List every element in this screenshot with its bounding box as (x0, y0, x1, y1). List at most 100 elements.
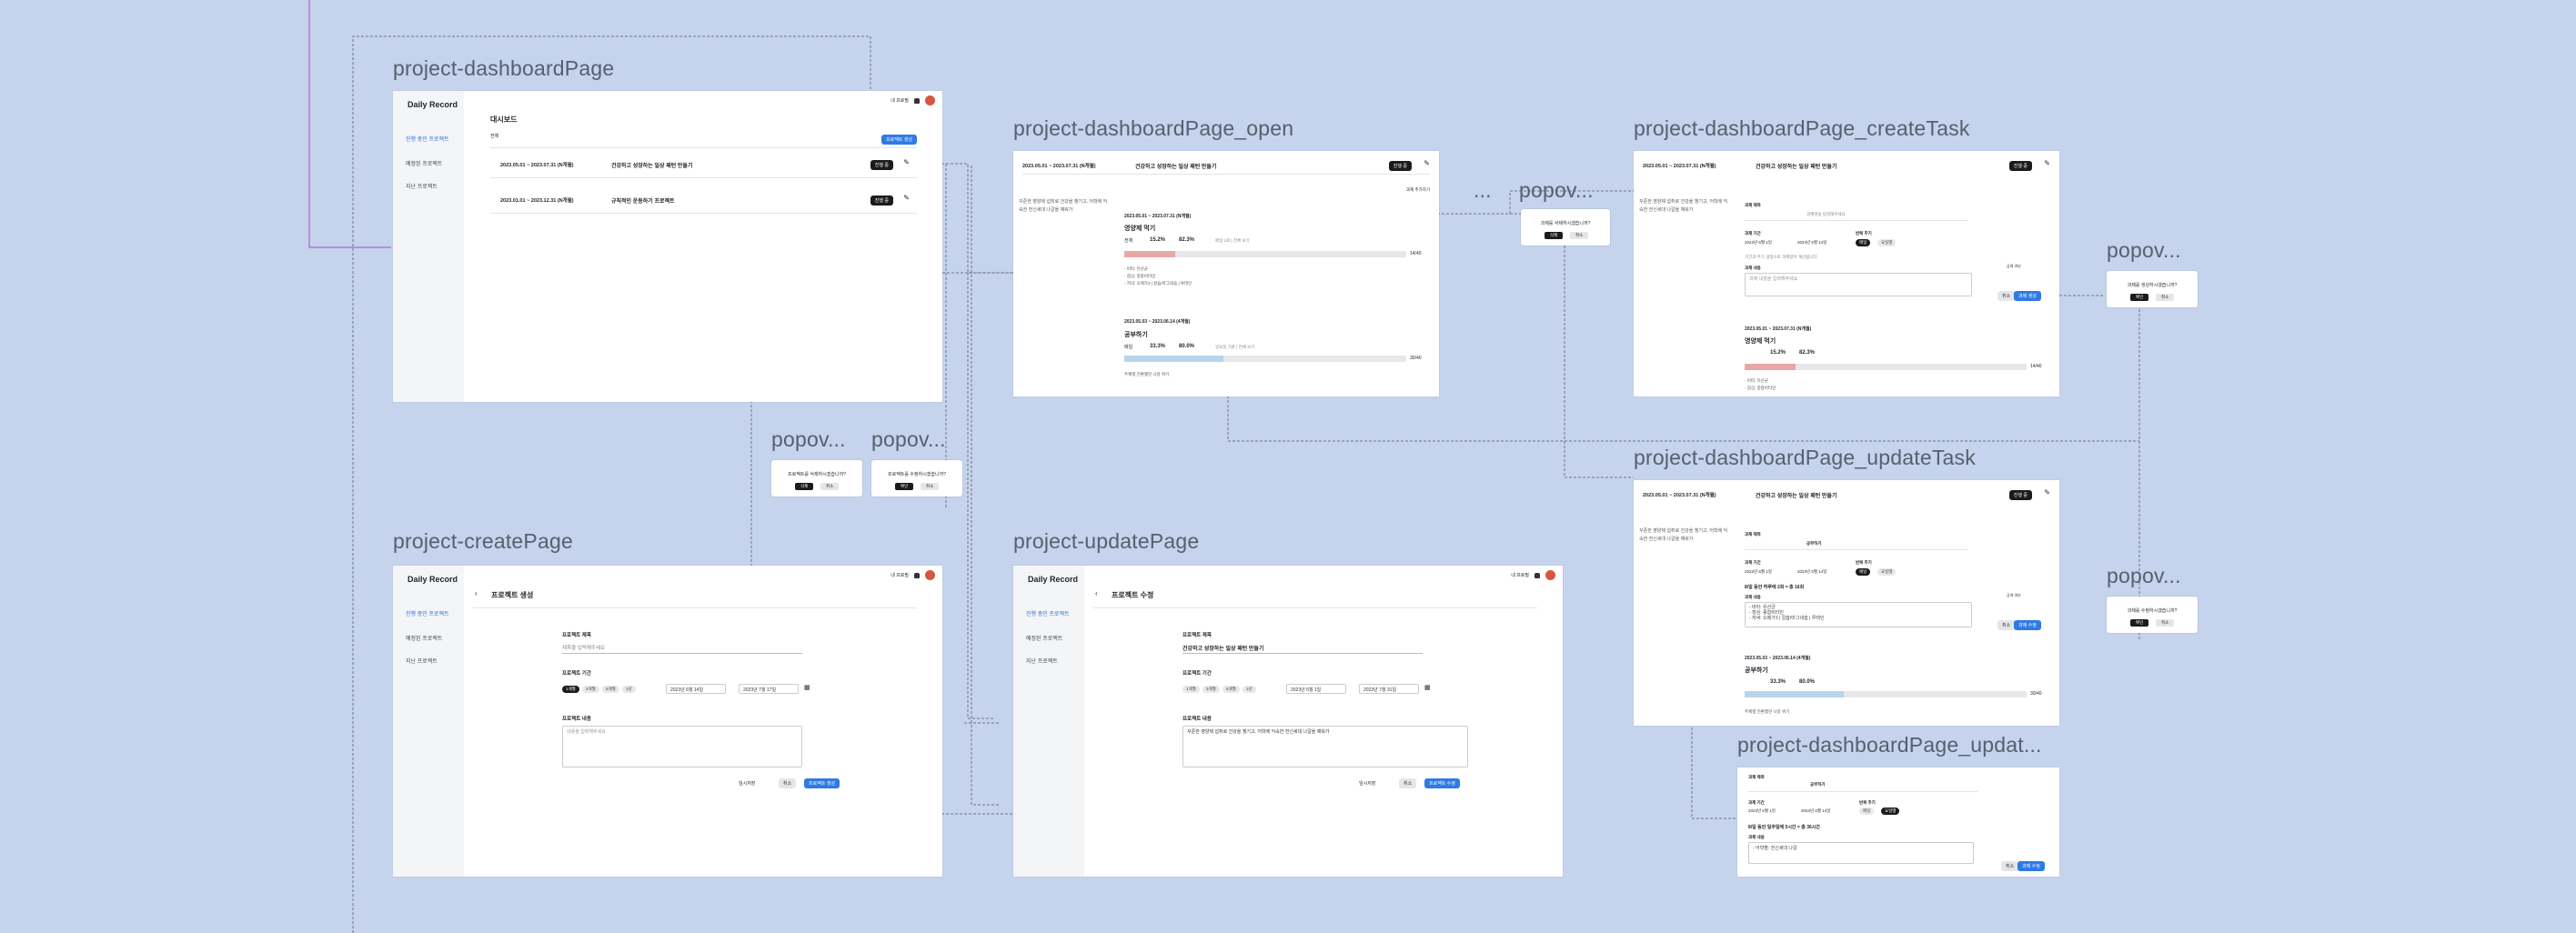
repeat-daily[interactable]: 매일 (1859, 808, 1875, 815)
project-name[interactable]: 건강하고 성장하는 일상 패턴 만들기 (611, 161, 692, 169)
cancel-button[interactable]: 취소 (2001, 861, 2019, 871)
avatar[interactable] (1545, 570, 1555, 580)
content-input[interactable]: 내용을 입력해주세요 (562, 726, 802, 767)
start-date[interactable]: 2023년 6월 1일 (1748, 808, 1776, 814)
progress-fill (1124, 356, 1223, 362)
update-project-button[interactable]: 프로젝트 수정 (1424, 778, 1460, 788)
back-icon[interactable]: ‹ (1095, 589, 1098, 597)
task-content-input[interactable]: 과제 내용을 입력해주세요 (1745, 273, 1972, 296)
confirm-button[interactable]: 확인 (895, 483, 914, 490)
task-stat: 전체 (1124, 238, 1133, 244)
task-title-input[interactable]: 공부하기 (1810, 782, 1826, 788)
status-badge: 진행 중 (2008, 490, 2032, 500)
repeat-weekly[interactable]: 요일별 (1881, 808, 1900, 815)
cancel-button[interactable]: 취소 (1997, 620, 2016, 630)
period-pill[interactable]: 1개월 (1182, 686, 1200, 693)
start-date[interactable]: 2023년 6월 1일 (1745, 240, 1772, 246)
cancel-button[interactable]: 취소 (1997, 291, 2016, 301)
nav-past[interactable]: 지난 프로젝트 (1026, 657, 1058, 665)
create-project-button[interactable]: 프로젝트 생성 (804, 778, 840, 788)
start-date[interactable]: 2023년 6월 1일 (1745, 569, 1772, 575)
cancel-button[interactable]: 취소 (820, 483, 840, 490)
task-summary: 8/일 동안 하루에 2회 = 총 16회 (1745, 585, 1805, 590)
repeat-daily[interactable]: 매일 (1856, 568, 1871, 576)
cancel-button[interactable]: 취소 (1570, 232, 1589, 239)
period-pill[interactable]: 1개월 (562, 686, 579, 693)
calendar-icon[interactable]: ▦ (804, 684, 810, 691)
end-date[interactable]: 2023년 6월 14일 (1801, 808, 1830, 814)
nav-past[interactable]: 지난 프로젝트 (406, 182, 438, 190)
profile-link[interactable]: 내 프로필 (891, 572, 909, 578)
public-toggle[interactable]: 공개 여부 (2007, 593, 2021, 598)
cancel-button[interactable]: 취소 (921, 483, 940, 490)
repeat-weekly[interactable]: 요일별 (1877, 239, 1897, 246)
task-title-input[interactable]: 과제명을 입력해주세요 (1806, 212, 1846, 217)
confirm-button[interactable]: 확인 (2130, 619, 2149, 627)
nav-upcoming[interactable]: 예정된 프로젝트 (406, 634, 442, 642)
nav-upcoming[interactable]: 예정된 프로젝트 (1026, 634, 1062, 642)
content-input[interactable]: 꾸준한 영양제 섭취로 건강을 챙기고, 어학에 익숙한 전신세대 나갈을 채워… (1182, 726, 1468, 767)
temp-save[interactable]: 임시저장 (739, 780, 755, 787)
cancel-button[interactable]: 취소 (2156, 619, 2175, 627)
bell-icon[interactable] (914, 97, 920, 104)
period-pill[interactable]: 3개월 (582, 686, 599, 693)
period-pill[interactable]: 3개월 (1202, 686, 1220, 693)
confirm-button[interactable]: 확인 (2130, 294, 2149, 301)
project-description: 꾸준한 영양제 섭취로 건강을 챙기고, 어학에 익숙한 전신세대 나갈을 채워… (1639, 199, 1728, 213)
task-content-input[interactable]: - 비타: 유산균 - 점심: 종합비타민 - 저녁: 오메가3 | 칼슘/마그… (1745, 602, 1972, 627)
title-input[interactable]: 건강하고 성장하는 일상 패턴 만들기 (1182, 644, 1263, 652)
back-icon[interactable]: ‹ (475, 589, 478, 597)
end-date[interactable]: 2023년 7월 31일 (1359, 684, 1419, 694)
task-title-input[interactable]: 공부하기 (1806, 541, 1822, 547)
add-task-link[interactable]: 과제 추가하기 (1406, 187, 1430, 193)
profile-link[interactable]: 내 프로필 (891, 97, 909, 104)
nav-current[interactable]: 진행 중인 프로젝트 (406, 609, 449, 617)
save-task-button[interactable]: 과제 생성 (2014, 291, 2041, 301)
cancel-button[interactable]: 취소 (1399, 778, 1417, 788)
sidebar: Daily Record 진행 중인 프로젝트 예정된 프로젝트 지난 프로젝트 (393, 566, 464, 877)
edit-icon[interactable]: ✎ (903, 158, 910, 166)
filter-label[interactable]: 전체 (490, 133, 498, 139)
avatar[interactable] (925, 570, 935, 580)
end-date[interactable]: 2023년 6월 14일 (1797, 240, 1826, 246)
period-pill[interactable]: 6개월 (602, 686, 619, 693)
start-date[interactable]: 2023년 6월 1일 (1286, 684, 1346, 694)
public-toggle[interactable]: 공개 여부 (2007, 264, 2021, 269)
calendar-icon[interactable]: ▦ (1424, 684, 1431, 691)
confirm-button[interactable]: 삭제 (1545, 232, 1564, 239)
confirm-button[interactable]: 삭제 (795, 483, 814, 490)
edit-icon[interactable]: ✎ (2044, 159, 2050, 167)
progress-fill (1745, 691, 1844, 697)
divider (1182, 653, 1423, 654)
cancel-button[interactable]: 취소 (779, 778, 797, 788)
period-pill[interactable]: 1년 (1243, 686, 1256, 693)
edit-icon[interactable]: ✎ (903, 194, 910, 202)
bell-icon[interactable] (1535, 572, 1540, 578)
repeat-weekly[interactable]: 요일별 (1877, 568, 1897, 576)
task-content-input[interactable]: - 어학별: 전신세대 나갈 (1748, 842, 1974, 864)
profile-link[interactable]: 내 프로필 (1511, 572, 1529, 578)
add-project-button[interactable]: 프로젝트 생성 (881, 135, 917, 145)
nav-current[interactable]: 진행 중인 프로젝트 (1026, 609, 1070, 617)
repeat-daily[interactable]: 매일 (1856, 239, 1871, 246)
cancel-button[interactable]: 취소 (2156, 294, 2175, 301)
field-label: 프로젝트 내용 (562, 717, 591, 722)
nav-past[interactable]: 지난 프로젝트 (406, 657, 438, 665)
temp-save[interactable]: 임시저장 (1359, 780, 1375, 787)
save-task-button[interactable]: 과제 수정 (2018, 861, 2045, 871)
end-date[interactable]: 2023년 6월 14일 (1797, 569, 1826, 575)
bell-icon[interactable] (914, 572, 920, 578)
field-label: 과제 기간 (1745, 231, 1761, 236)
avatar[interactable] (925, 95, 935, 105)
nav-current[interactable]: 진행 중인 프로젝트 (406, 135, 449, 143)
nav-upcoming[interactable]: 예정된 프로젝트 (406, 159, 442, 167)
title-input[interactable]: 제목을 입력해주세요 (562, 644, 605, 651)
edit-icon[interactable]: ✎ (2044, 488, 2050, 497)
period-pill[interactable]: 1년 (622, 686, 636, 693)
edit-icon[interactable]: ✎ (1424, 159, 1430, 167)
project-name[interactable]: 규칙적인 운동하기 프로젝트 (611, 196, 675, 205)
save-task-button[interactable]: 과제 수정 (2014, 620, 2041, 630)
period-pill[interactable]: 6개월 (1223, 686, 1240, 693)
end-date[interactable]: 2023년 7월 17일 (739, 684, 799, 694)
start-date[interactable]: 2023년 6월 14일 (666, 684, 726, 694)
